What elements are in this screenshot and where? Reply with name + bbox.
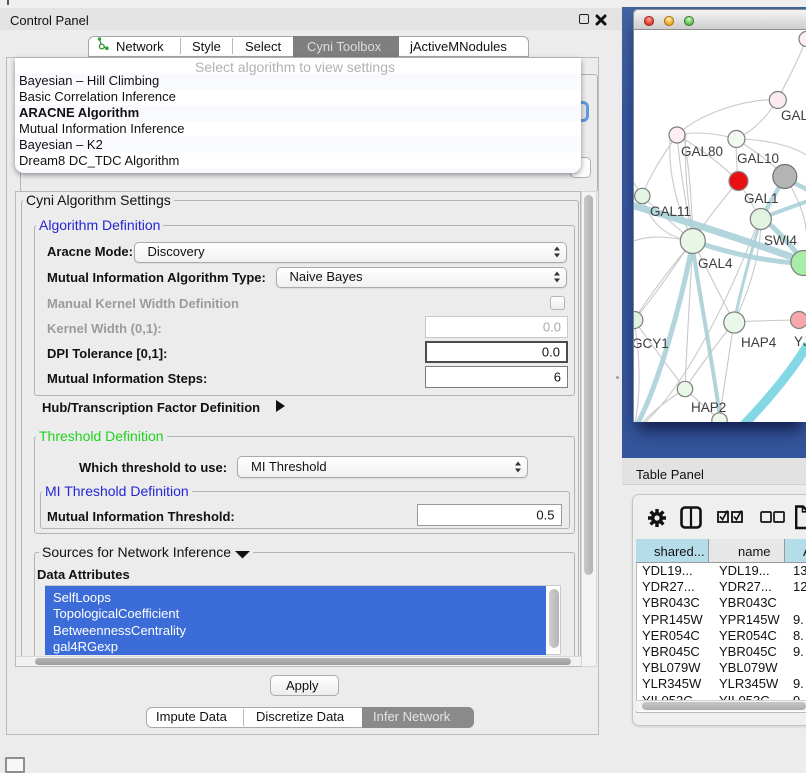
svg-text:GCY1: GCY1: [634, 336, 669, 351]
svg-text:HAP2: HAP2: [691, 400, 726, 415]
svg-text:GAL10: GAL10: [737, 151, 779, 166]
svg-text:GAL7: GAL7: [781, 108, 806, 123]
svg-text:GAL11: GAL11: [650, 204, 691, 219]
svg-text:GAL4: GAL4: [698, 256, 733, 271]
svg-text:SWI4: SWI4: [764, 233, 797, 248]
svg-text:GAL1: GAL1: [744, 191, 779, 206]
svg-text:YJ: YJ: [794, 334, 806, 349]
svg-text:GAL80: GAL80: [681, 144, 723, 159]
svg-text:HAP4: HAP4: [741, 335, 777, 350]
